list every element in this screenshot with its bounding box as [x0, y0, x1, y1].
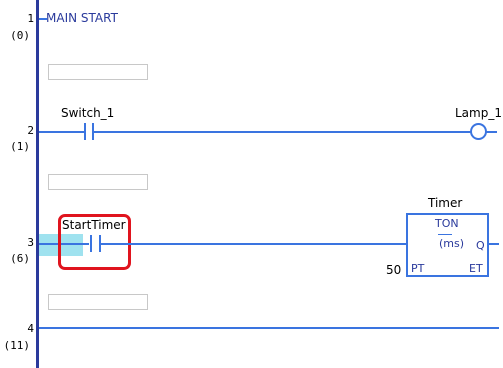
comment-box-rung-3[interactable] — [48, 174, 148, 190]
comment-box-rung-4[interactable] — [48, 294, 148, 310]
starttimer-highlight-frame — [58, 214, 131, 270]
rung-step-4: (11) — [3, 339, 31, 352]
switch-1-contact-left[interactable] — [84, 123, 86, 140]
rung-step-3: (6) — [10, 252, 30, 265]
lamp-1-label: Lamp_1 — [455, 106, 502, 120]
timer-q-wire — [489, 243, 499, 245]
rung-3-wire-right — [101, 243, 406, 245]
switch-1-label: Switch_1 — [61, 106, 115, 120]
rung-step-2: (1) — [10, 140, 30, 153]
timer-type-label: TON — [435, 217, 459, 230]
timer-preset-value[interactable]: 50 — [386, 263, 401, 277]
rung-2-wire-left — [39, 131, 84, 133]
timer-q-label: Q — [476, 239, 485, 252]
rung-4-wire — [39, 327, 499, 329]
rung-number-4: 4 — [27, 322, 34, 335]
comment-box-rung-2[interactable] — [48, 64, 148, 80]
timer-pt-label: PT — [411, 262, 425, 275]
rung-number-3: 3 — [27, 236, 34, 249]
lamp-1-coil[interactable] — [470, 123, 487, 140]
timer-et-label: ET — [469, 262, 483, 275]
rung-2-wire-right — [94, 131, 497, 133]
timer-type-underline — [438, 234, 452, 235]
timer-unit-label: (ms) — [439, 237, 465, 250]
rung-number-2: 2 — [27, 124, 34, 137]
left-power-rail — [36, 0, 39, 368]
timer-ton-block[interactable]: TON (ms) Q PT ET — [406, 213, 489, 277]
rung-number-1: 1 — [27, 12, 34, 25]
timer-instance-label: Timer — [428, 196, 463, 210]
main-start-label: MAIN START — [46, 11, 118, 25]
rung-step-1: (0) — [10, 29, 30, 42]
